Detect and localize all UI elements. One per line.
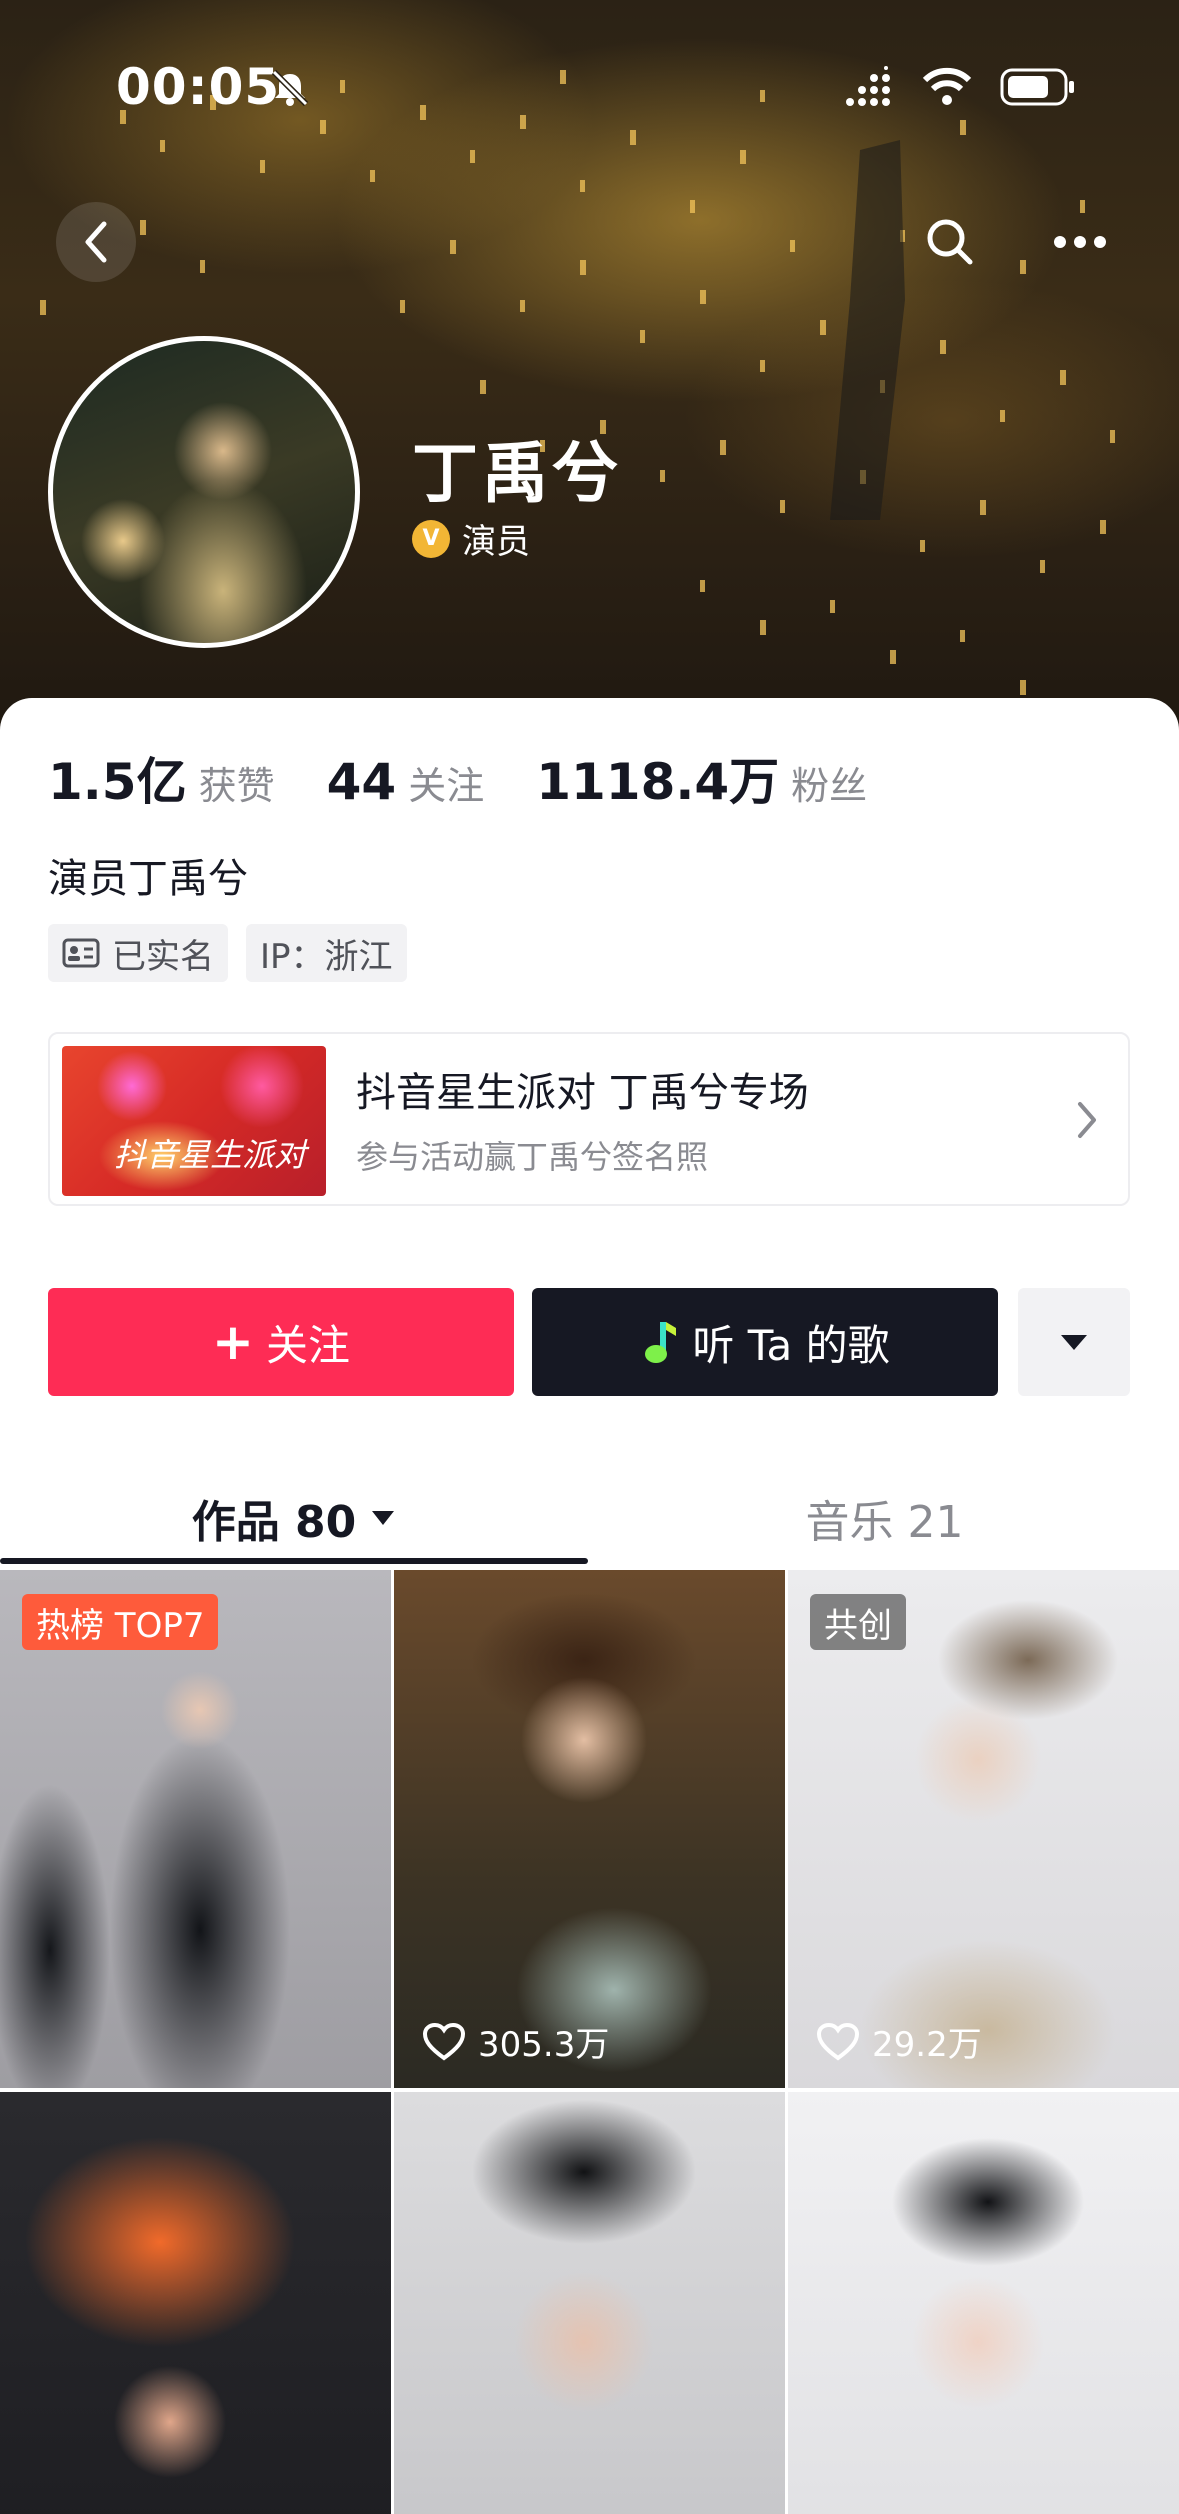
promo-thumbnail: 抖音星生派对 xyxy=(62,1046,326,1196)
dropdown-icon xyxy=(1061,1335,1087,1350)
stats-row: 1.5亿 获赞 44 关注 1118.4万 粉丝 xyxy=(48,742,919,814)
wifi-icon xyxy=(922,67,972,105)
follow-button[interactable]: + 关注 xyxy=(48,1288,514,1396)
active-tab-indicator xyxy=(0,1558,588,1564)
following-label: 关注 xyxy=(408,764,485,808)
video-likes: 305.3万 xyxy=(422,2017,609,2066)
status-time: 00:05 xyxy=(116,58,281,116)
tab-works[interactable]: 作品 80 xyxy=(0,1468,588,1568)
heart-icon xyxy=(422,2022,466,2060)
video-likes-count: 305.3万 xyxy=(478,2025,610,2065)
co-creation-badge: 共创 xyxy=(810,1594,906,1650)
chevron-right-icon xyxy=(1078,1102,1096,1138)
video-thumbnail-1[interactable]: 热榜 TOP7 xyxy=(0,1570,391,2088)
video-thumbnail-4[interactable] xyxy=(0,2092,391,2514)
more-button[interactable] xyxy=(1040,202,1120,282)
more-options-button[interactable] xyxy=(1018,1288,1130,1396)
listen-music-label: 听 Ta 的歌 xyxy=(692,1320,890,1370)
caret-down-icon xyxy=(372,1511,395,1525)
promo-thumbnail-text: 抖音星生派对 xyxy=(113,1136,306,1174)
profile-bio: 演员丁禹兮 xyxy=(48,856,248,902)
real-name-tag: 已实名 xyxy=(48,924,228,982)
video-thumbnail-2[interactable]: 305.3万 xyxy=(394,1570,785,2088)
video-likes-count: 29.2万 xyxy=(872,2025,982,2065)
hot-rank-badge: 热榜 TOP7 xyxy=(22,1594,219,1650)
verification-label: 演员 xyxy=(462,522,530,562)
follow-label: 关注 xyxy=(265,1320,350,1370)
verified-badge-icon: V xyxy=(412,519,450,558)
video-likes: 29.2万 xyxy=(816,2017,982,2066)
following-count[interactable]: 44 xyxy=(327,753,397,811)
real-name-label: 已实名 xyxy=(112,936,214,977)
music-note-icon xyxy=(645,1322,677,1363)
battery-icon xyxy=(1000,68,1074,106)
video-thumbnail-6[interactable] xyxy=(788,2092,1179,2514)
plus-icon: + xyxy=(212,1313,254,1371)
ip-location-label: IP：浙江 xyxy=(260,936,393,977)
video-thumbnail-3[interactable]: 共创 29.2万 xyxy=(788,1570,1179,2088)
promo-title: 抖音星生派对 丁禹兮专场 xyxy=(356,1070,809,1116)
mute-icon xyxy=(271,69,309,107)
status-bar: 00:05 xyxy=(0,52,1179,122)
tab-music[interactable]: 音乐 21 xyxy=(590,1468,1179,1568)
search-icon xyxy=(927,219,973,265)
back-icon xyxy=(85,221,107,263)
likes-count[interactable]: 1.5亿 xyxy=(48,742,187,814)
tab-music-label: 音乐 21 xyxy=(805,1497,964,1548)
profile-name: 丁禹兮 xyxy=(412,435,622,512)
listen-music-button[interactable]: 听 Ta 的歌 xyxy=(532,1288,998,1396)
back-button[interactable] xyxy=(56,202,136,282)
content-tabs: 作品 80 音乐 21 xyxy=(0,1468,1179,1568)
id-card-icon xyxy=(62,938,100,968)
action-buttons: + 关注 听 Ta 的歌 xyxy=(48,1288,1130,1396)
search-button[interactable] xyxy=(910,202,990,282)
signal-icon xyxy=(846,66,890,106)
tab-works-label: 作品 80 xyxy=(191,1497,357,1548)
followers-count[interactable]: 1118.4万 xyxy=(536,742,779,814)
verification-row: V 演员 xyxy=(412,514,530,563)
event-promo-card[interactable]: 抖音星生派对 抖音星生派对 丁禹兮专场 参与活动赢丁禹兮签名照 xyxy=(48,1032,1130,1206)
more-icon xyxy=(1054,236,1106,248)
video-thumbnail-5[interactable] xyxy=(394,2092,785,2514)
avatar[interactable] xyxy=(48,336,360,648)
profile-card: 1.5亿 获赞 44 关注 1118.4万 粉丝 演员丁禹兮 已实名 IP：浙江… xyxy=(0,698,1179,1578)
profile-banner: 00:05 丁禹兮 V 演员 xyxy=(0,0,1179,740)
profile-tags: 已实名 IP：浙江 xyxy=(48,924,425,982)
followers-label: 粉丝 xyxy=(791,764,868,808)
likes-label: 获赞 xyxy=(198,764,275,808)
promo-subtitle: 参与活动赢丁禹兮签名照 xyxy=(356,1138,709,1176)
video-grid: 热榜 TOP7 305.3万 共创 29.2万 xyxy=(0,1570,1179,2514)
heart-icon xyxy=(816,2022,860,2060)
ip-location-tag: IP：浙江 xyxy=(246,924,407,982)
